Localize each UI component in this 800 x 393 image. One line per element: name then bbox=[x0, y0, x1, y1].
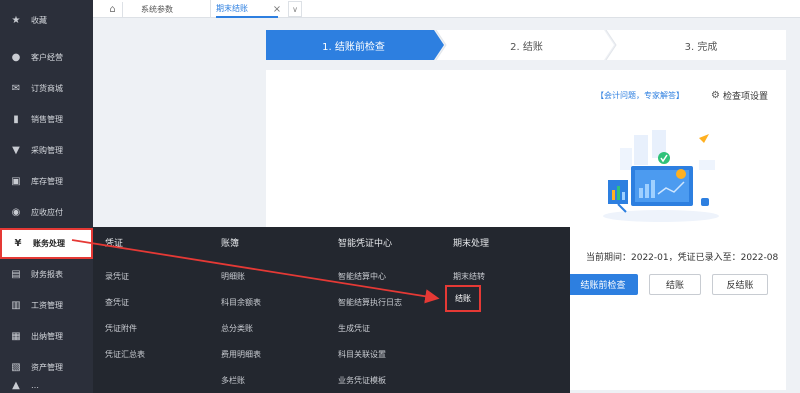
menu-item-account-balance[interactable]: 科目余额表 bbox=[221, 297, 261, 308]
menu-item-settlement-log[interactable]: 智能结算执行日志 bbox=[338, 297, 402, 308]
sidebar: ★ 收藏 ● 客户经营 ✉ 订货商城 ▮ 销售管理 ▼ 采购管理 ▣ 库存管理 … bbox=[0, 0, 93, 393]
step-complete: 3. 完成 bbox=[684, 41, 718, 53]
step-close: 2. 结账 bbox=[510, 41, 543, 53]
sidebar-item-favorites[interactable]: ★ 收藏 bbox=[0, 5, 93, 36]
more-icon: ▲ bbox=[12, 380, 20, 391]
gear-icon: ⚙ bbox=[711, 90, 720, 101]
sidebar-item-label: 客户经营 bbox=[31, 53, 63, 62]
menu-item-general-ledger[interactable]: 总分类账 bbox=[221, 323, 253, 334]
home-icon[interactable]: ⌂ bbox=[103, 2, 123, 17]
asset-icon: ▧ bbox=[11, 362, 21, 373]
period-status-text: 当前期间：2022-01，凭证已录入至：2022-08 bbox=[586, 253, 779, 263]
accounting-illustration-icon bbox=[603, 130, 719, 222]
menu-item-detail-ledger[interactable]: 明细账 bbox=[221, 271, 245, 282]
sidebar-item-label: 资产管理 bbox=[31, 363, 63, 372]
sidebar-item-purchase[interactable]: ▼ 采购管理 bbox=[0, 135, 93, 166]
bar-chart-icon: ▮ bbox=[13, 114, 19, 125]
user-icon: ● bbox=[11, 52, 21, 63]
accounting-dropdown-menu: 凭证 录凭证 查凭证 凭证附件 凭证汇总表 账簿 明细账 科目余额表 总分类账 … bbox=[93, 227, 570, 393]
chevron-down-icon[interactable]: ∨ bbox=[288, 1, 302, 17]
tab-bar: ⌂ 系统参数 期末结账 × ∨ bbox=[93, 0, 800, 18]
menu-item-account-mapping[interactable]: 科目关联设置 bbox=[338, 349, 386, 360]
menu-item-query-voucher[interactable]: 查凭证 bbox=[105, 297, 129, 308]
menu-item-period-carryover[interactable]: 期末结转 bbox=[453, 271, 485, 282]
check-settings-button[interactable]: ⚙ 检查项设置 bbox=[711, 89, 768, 102]
menu-item-voucher-attachment[interactable]: 凭证附件 bbox=[105, 323, 137, 334]
menu-item-multi-column-ledger[interactable]: 多栏账 bbox=[221, 375, 245, 386]
sidebar-item-receivable[interactable]: ◉ 应收应付 bbox=[0, 197, 93, 228]
menu-column-title: 期末处理 bbox=[453, 239, 490, 249]
mail-icon: ✉ bbox=[11, 83, 21, 94]
sidebar-item-label: … bbox=[31, 381, 39, 390]
menu-column-title: 凭证 bbox=[105, 239, 124, 249]
sidebar-item-wage[interactable]: ▥ 工资管理 bbox=[0, 290, 93, 321]
menu-item-enter-voucher[interactable]: 录凭证 bbox=[105, 271, 129, 282]
cart-icon: ▼ bbox=[12, 145, 20, 156]
sidebar-item-customer[interactable]: ● 客户经营 bbox=[0, 42, 93, 73]
sidebar-item-reports[interactable]: ▤ 财务报表 bbox=[0, 259, 93, 290]
cashier-icon: ▦ bbox=[11, 331, 21, 342]
step-indicator: 1. 结账前检查 2. 结账 3. 完成 bbox=[266, 30, 786, 60]
expert-help-link[interactable]: 【会计问题，专家解答】 bbox=[596, 90, 684, 101]
close-button[interactable]: 结账 bbox=[649, 274, 701, 295]
wage-icon: ▥ bbox=[11, 300, 21, 311]
reverse-close-button[interactable]: 反结账 bbox=[712, 274, 768, 295]
sidebar-item-label: 库存管理 bbox=[31, 177, 63, 186]
tab-period-close[interactable]: 期末结账 bbox=[216, 0, 278, 18]
sidebar-item-inventory[interactable]: ▣ 库存管理 bbox=[0, 166, 93, 197]
menu-item-expense-detail[interactable]: 费用明细表 bbox=[221, 349, 261, 360]
menu-item-close-period[interactable]: 结账 bbox=[445, 285, 481, 312]
report-icon: ▤ bbox=[11, 269, 21, 280]
sidebar-item-label: 财务报表 bbox=[31, 270, 63, 279]
menu-item-voucher-summary[interactable]: 凭证汇总表 bbox=[105, 349, 145, 360]
sidebar-item-label: 应收应付 bbox=[31, 208, 63, 217]
step-pre-check: 1. 结账前检查 bbox=[322, 41, 385, 53]
sidebar-item-more[interactable]: ▲ … bbox=[0, 378, 93, 393]
sidebar-item-accounting[interactable]: ¥ 账务处理 bbox=[0, 228, 93, 259]
sidebar-item-mall[interactable]: ✉ 订货商城 bbox=[0, 73, 93, 104]
sidebar-item-label: 销售管理 bbox=[31, 115, 63, 124]
sidebar-item-sales[interactable]: ▮ 销售管理 bbox=[0, 104, 93, 135]
sidebar-item-label: 账务处理 bbox=[33, 239, 65, 248]
tab-system-params[interactable]: 系统参数 bbox=[141, 0, 211, 18]
sidebar-item-label: 采购管理 bbox=[31, 146, 63, 155]
sidebar-item-label: 工资管理 bbox=[31, 301, 63, 310]
menu-item-smart-settlement[interactable]: 智能结算中心 bbox=[338, 271, 386, 282]
sidebar-item-label: 订货商城 bbox=[31, 84, 63, 93]
menu-item-voucher-template[interactable]: 业务凭证模板 bbox=[338, 375, 386, 386]
ledger-icon: ¥ bbox=[14, 238, 22, 249]
menu-item-generate-voucher[interactable]: 生成凭证 bbox=[338, 323, 370, 334]
box-icon: ▣ bbox=[11, 176, 21, 187]
sidebar-item-label: 收藏 bbox=[31, 16, 47, 25]
sidebar-item-label: 出纳管理 bbox=[31, 332, 63, 341]
check-settings-label: 检查项设置 bbox=[722, 92, 768, 102]
menu-column-title: 智能凭证中心 bbox=[338, 239, 393, 249]
pre-close-check-button[interactable]: 结账前检查 bbox=[568, 274, 638, 295]
sidebar-item-cashier[interactable]: ▦ 出纳管理 bbox=[0, 321, 93, 352]
star-icon: ★ bbox=[11, 15, 21, 26]
coin-icon: ◉ bbox=[11, 207, 21, 218]
close-icon[interactable]: × bbox=[270, 2, 284, 16]
menu-column-title: 账簿 bbox=[221, 239, 240, 249]
